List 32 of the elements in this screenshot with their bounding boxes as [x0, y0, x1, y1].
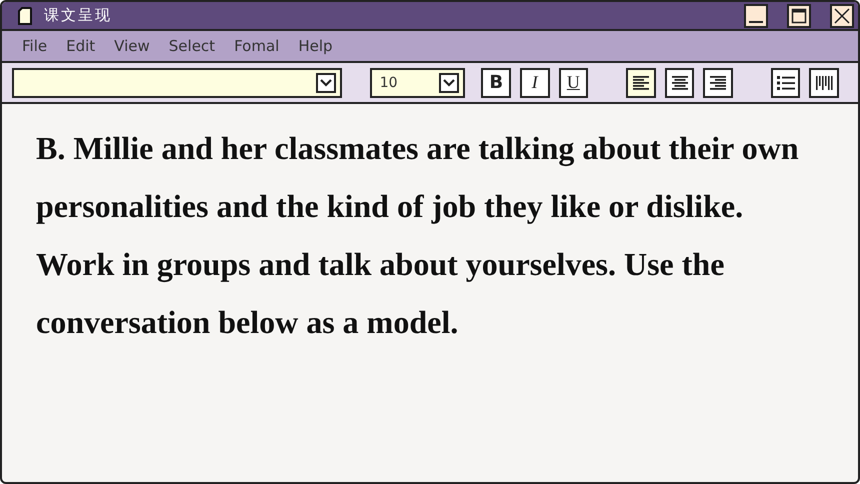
caret-icon [443, 78, 456, 86]
align-icon [632, 74, 649, 90]
align-right-button[interactable] [703, 68, 733, 98]
bold-button[interactable]: B [481, 68, 511, 98]
underline-button[interactable]: U [558, 68, 588, 98]
align-left-button[interactable] [626, 68, 656, 98]
menu-item[interactable]: Edit [66, 37, 96, 55]
close-icon [834, 8, 850, 24]
document-icon [18, 6, 32, 24]
menu-item[interactable]: Fomal [234, 37, 280, 55]
menu-item[interactable]: View [114, 37, 150, 55]
close-button[interactable] [830, 4, 854, 28]
window-title: 课文呈现 [44, 6, 113, 25]
align-icon [710, 74, 726, 90]
minimize-icon [749, 20, 763, 22]
align-icon [672, 74, 688, 90]
caret-icon [320, 78, 332, 86]
menu-item[interactable]: Select [168, 37, 216, 55]
minimize-button[interactable] [744, 4, 768, 28]
menu-item[interactable]: File [22, 37, 48, 55]
columns-button[interactable] [809, 68, 840, 98]
maximize-button[interactable] [787, 4, 811, 28]
maximize-icon [791, 8, 807, 24]
align-center-button[interactable] [664, 68, 694, 98]
bullet-list-button[interactable] [770, 68, 800, 98]
bars-icon [815, 76, 834, 90]
list-icon [776, 74, 795, 90]
italic-button[interactable]: I [520, 68, 550, 98]
font-size-dropdown[interactable]: 10 [370, 68, 466, 98]
font-dropdown[interactable] [12, 68, 342, 98]
paragraph: B. Millie and her classmates are talking about their own personalities and the kind of job they like or dislike. Work in groups and talk about yourselves. Use the conversation below as a model. [36, 129, 800, 342]
menu-item[interactable]: Help [298, 37, 333, 55]
